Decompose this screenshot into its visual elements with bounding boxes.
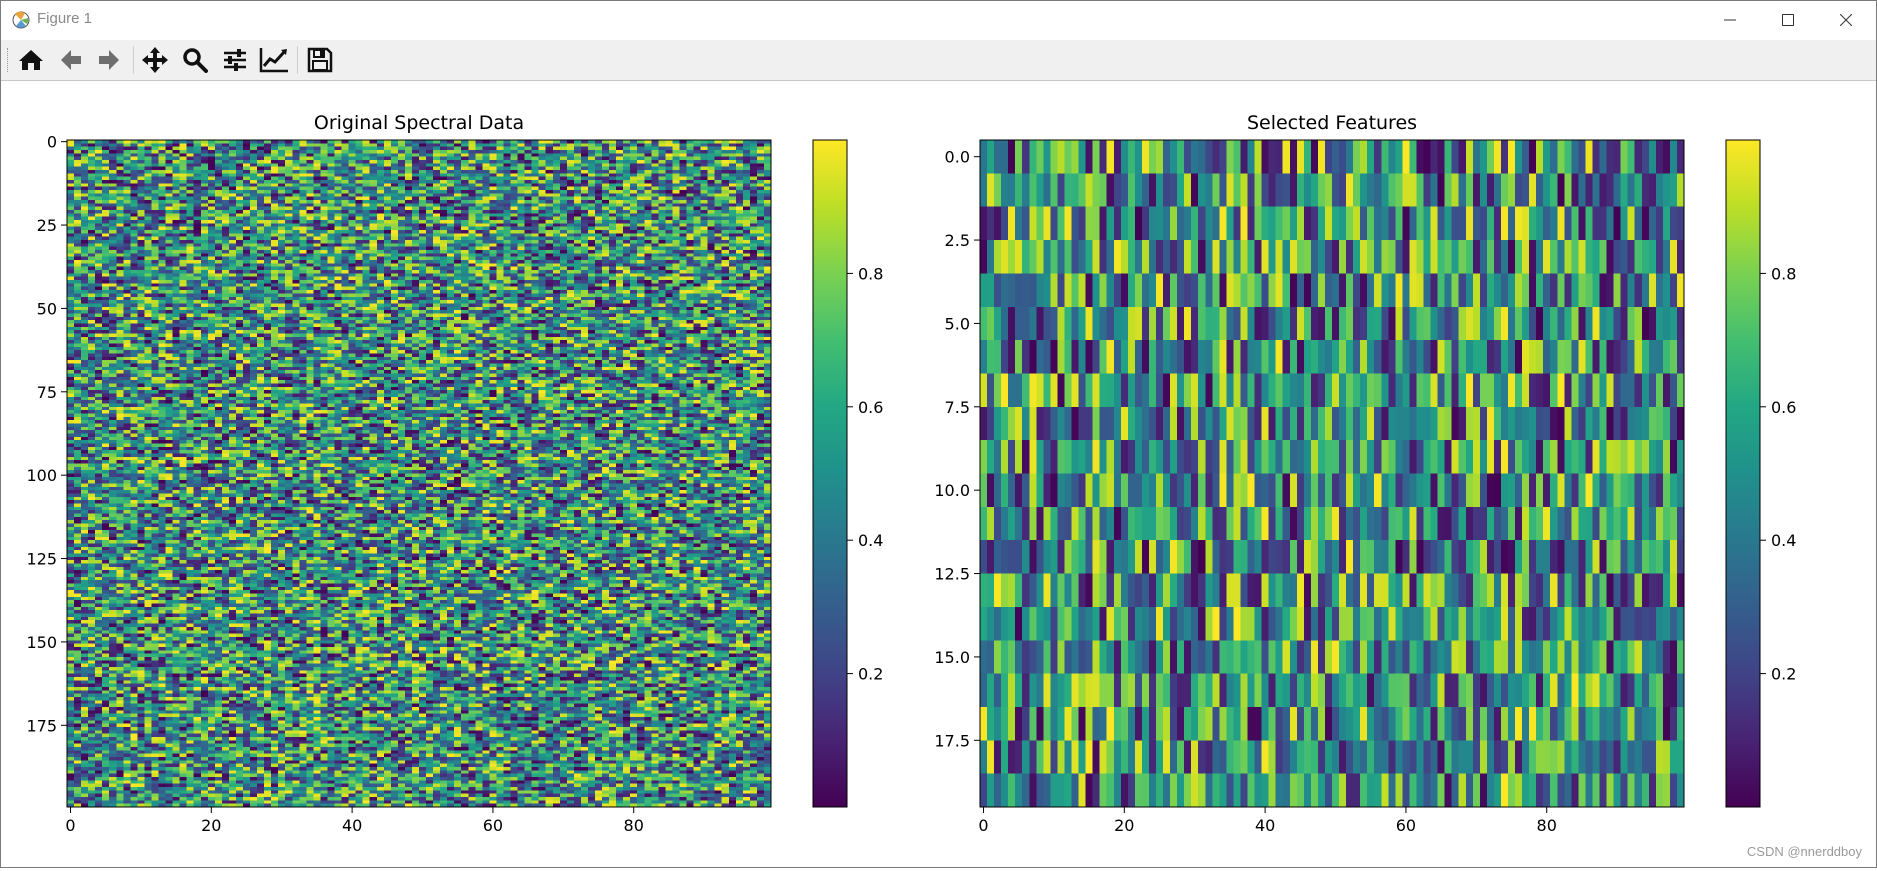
heatmap-cells xyxy=(67,140,772,808)
figure-svg: Original Spectral Data0 20 40 60 80025507510… xyxy=(26,112,1796,835)
close-button[interactable] xyxy=(1817,1,1875,39)
window-title: Figure 1 xyxy=(37,10,92,27)
configure-subplots-button[interactable] xyxy=(218,44,252,76)
back-arrow-icon xyxy=(61,50,81,70)
toolbar-grip[interactable] xyxy=(7,48,10,72)
maximize-icon xyxy=(1782,14,1794,26)
configure-subplots-icon xyxy=(224,49,246,71)
figure-window: Figure 1 Original Spectral Data 0 20 40 … xyxy=(0,0,1877,868)
navigation-toolbar xyxy=(1,40,1876,81)
figure-canvas[interactable]: Original Spectral Data 0 20 40 60 80 0 25 50 75 10… xyxy=(1,81,1876,867)
edit-axis-button[interactable] xyxy=(257,44,291,76)
matplotlib-app-icon xyxy=(11,10,31,30)
back-button[interactable] xyxy=(54,44,88,76)
forward-button[interactable] xyxy=(92,44,126,76)
toolbar-separator xyxy=(297,46,298,74)
pan-move-icon xyxy=(142,47,168,73)
toolbar-separator xyxy=(133,46,134,74)
close-icon xyxy=(1840,14,1852,26)
zoom-magnifier-icon xyxy=(183,48,208,73)
minimize-icon xyxy=(1724,19,1736,21)
pan-button[interactable] xyxy=(138,44,172,76)
maximize-button[interactable] xyxy=(1759,1,1817,39)
title-bar[interactable]: Figure 1 xyxy=(1,1,1876,39)
minimize-button[interactable] xyxy=(1701,1,1759,39)
edit-axis-line-icon xyxy=(259,48,288,73)
save-button[interactable] xyxy=(303,44,337,76)
forward-arrow-icon xyxy=(99,50,119,70)
zoom-button[interactable] xyxy=(178,44,212,76)
save-floppy-icon xyxy=(307,47,333,73)
home-button[interactable] xyxy=(14,44,48,76)
heatmap-panel-1: Original Spectral Data0 20 40 60 80025507510… xyxy=(26,112,883,835)
home-icon xyxy=(19,50,43,70)
